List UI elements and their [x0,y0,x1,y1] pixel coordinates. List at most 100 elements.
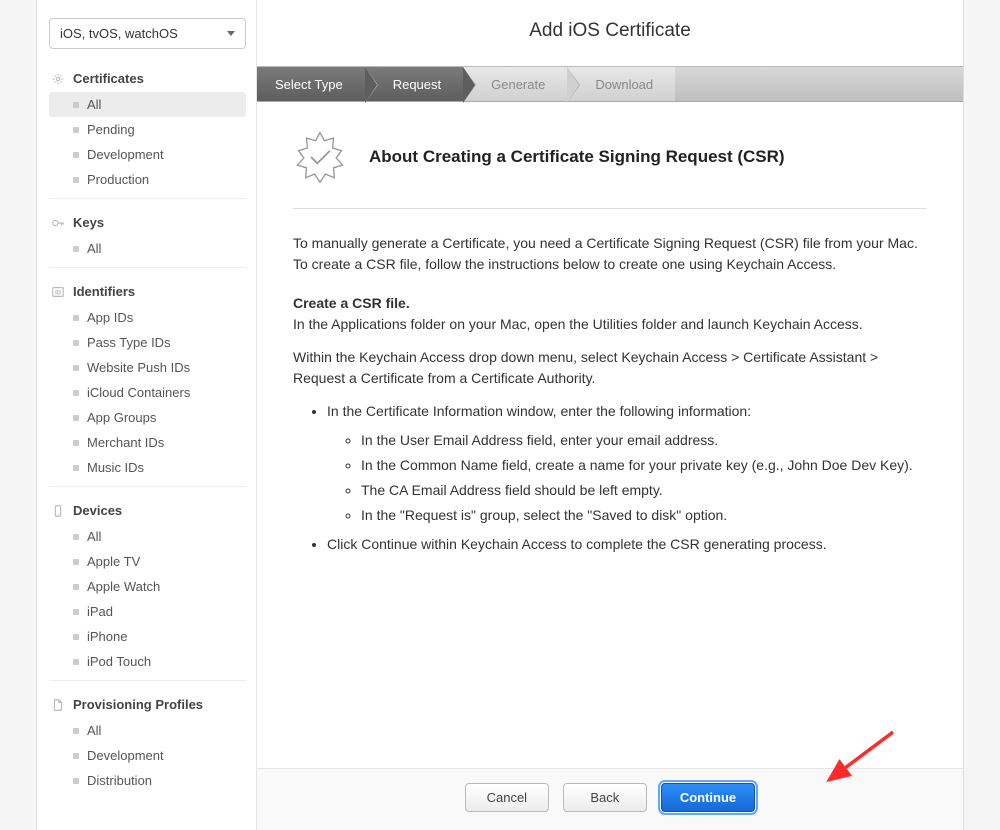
sidebar-item-certificates-production[interactable]: Production [49,167,246,192]
bullet-icon [73,534,79,540]
bullet-icon [73,584,79,590]
sidebar-item-label: Development [87,748,164,763]
bullet-icon [73,390,79,396]
bullet-icon [73,465,79,471]
sidebar-item-label: App IDs [87,310,133,325]
step-breadcrumb: Select Type Request Generate Download [257,66,963,102]
sidebar-item-identifiers-app-groups[interactable]: App Groups [49,405,246,430]
sidebar-item-identifiers-icloud-containers[interactable]: iCloud Containers [49,380,246,405]
step-label: Select Type [275,77,343,92]
bullet-icon [73,415,79,421]
inner-list: In the User Email Address field, enter y… [327,430,927,526]
sidebar-item-devices-ipad[interactable]: iPad [49,599,246,624]
sidebar-item-devices-iphone[interactable]: iPhone [49,624,246,649]
sidebar-item-label: Music IDs [87,460,144,475]
sidebar-item-provisioning-all[interactable]: All [49,718,246,743]
step-request[interactable]: Request [365,67,463,101]
platform-selector[interactable]: iOS, tvOS, watchOS [49,18,246,49]
gear-icon [51,72,65,86]
intro-text: To manually generate a Certificate, you … [293,233,927,275]
bullet-icon [73,609,79,615]
sidebar-item-provisioning-distribution[interactable]: Distribution [49,768,246,793]
bullet-icon [73,778,79,784]
bullet-icon [73,152,79,158]
bullet-icon [73,634,79,640]
sidebar-item-identifiers-pass-type-ids[interactable]: Pass Type IDs [49,330,246,355]
sidebar-item-devices-apple-tv[interactable]: Apple TV [49,549,246,574]
section-label: Keys [73,215,104,230]
sidebar-item-devices-apple-watch[interactable]: Apple Watch [49,574,246,599]
content-area: About Creating a Certificate Signing Req… [257,102,963,768]
id-icon: ID [51,285,65,299]
step-download[interactable]: Download [567,67,675,101]
sidebar-item-label: All [87,97,101,112]
section-label: Identifiers [73,284,135,299]
bullet-icon [73,246,79,252]
sidebar-item-identifiers-merchant-ids[interactable]: Merchant IDs [49,430,246,455]
list-item: In the Common Name field, create a name … [361,455,927,476]
section-header-certificates[interactable]: Certificates [49,65,246,92]
list-item: The CA Email Address field should be lef… [361,480,927,501]
bullet-icon [73,315,79,321]
bullet-icon [73,728,79,734]
footer-bar: Cancel Back Continue [257,768,963,830]
sidebar: iOS, tvOS, watchOS Certificates All Pendin… [37,0,257,830]
section-header-provisioning[interactable]: Provisioning Profiles [49,691,246,718]
device-icon [51,504,65,518]
sidebar-item-certificates-pending[interactable]: Pending [49,117,246,142]
platform-selector-label: iOS, tvOS, watchOS [60,26,178,41]
subhead-text: Create a CSR file. [293,293,927,314]
sidebar-item-label: Pending [87,122,135,137]
section-header-keys[interactable]: Keys [49,209,246,236]
menu-path-text: Within the Keychain Access drop down men… [293,347,927,389]
sidebar-item-label: iCloud Containers [87,385,190,400]
list-item: Click Continue within Keychain Access to… [327,534,927,555]
key-icon [51,216,65,230]
sidebar-item-identifiers-music-ids[interactable]: Music IDs [49,455,246,480]
sidebar-item-certificates-all[interactable]: All [49,92,246,117]
sidebar-item-label: All [87,241,101,256]
outer-list: In the Certificate Information window, e… [293,401,927,555]
sidebar-item-certificates-development[interactable]: Development [49,142,246,167]
section-header-devices[interactable]: Devices [49,497,246,524]
sidebar-item-label: All [87,723,101,738]
svg-text:ID: ID [55,289,62,296]
sidebar-item-keys-all[interactable]: All [49,236,246,261]
bullet-icon [73,102,79,108]
bullet-icon [73,659,79,665]
sidebar-item-label: Website Push IDs [87,360,190,375]
sidebar-item-identifiers-app-ids[interactable]: App IDs [49,305,246,330]
list-item: In the User Email Address field, enter y… [361,430,927,451]
main-panel: Add iOS Certificate Select TypeRequestGe… [257,0,963,830]
sidebar-item-label: iPhone [87,629,127,644]
sidebar-item-label: Merchant IDs [87,435,164,450]
sidebar-item-provisioning-development[interactable]: Development [49,743,246,768]
cancel-button[interactable]: Cancel [465,783,549,812]
section-label: Devices [73,503,122,518]
bullet-icon [73,440,79,446]
step-generate[interactable]: Generate [463,67,567,101]
sidebar-item-identifiers-website-push-ids[interactable]: Website Push IDs [49,355,246,380]
bullet-icon [73,127,79,133]
sidebar-item-label: App Groups [87,410,156,425]
sidebar-item-devices-all[interactable]: All [49,524,246,549]
sidebar-item-label: iPod Touch [87,654,151,669]
sidebar-item-label: Apple TV [87,554,140,569]
sidebar-item-label: All [87,529,101,544]
step-label: Download [595,77,653,92]
section-label: Provisioning Profiles [73,697,203,712]
section-header-identifiers[interactable]: ID Identifiers [49,278,246,305]
step-select-type[interactable]: Select Type [257,67,365,101]
back-button[interactable]: Back [563,783,647,812]
content-heading: About Creating a Certificate Signing Req… [369,144,785,170]
continue-button[interactable]: Continue [661,783,755,812]
step-label: Generate [491,77,545,92]
sidebar-item-label: Production [87,172,149,187]
sidebar-item-label: Development [87,147,164,162]
bullet-icon [73,753,79,759]
bullet-icon [73,365,79,371]
sidebar-item-label: Pass Type IDs [87,335,171,350]
sidebar-item-label: Apple Watch [87,579,160,594]
bullet-icon [73,559,79,565]
sidebar-item-devices-ipod-touch[interactable]: iPod Touch [49,649,246,674]
